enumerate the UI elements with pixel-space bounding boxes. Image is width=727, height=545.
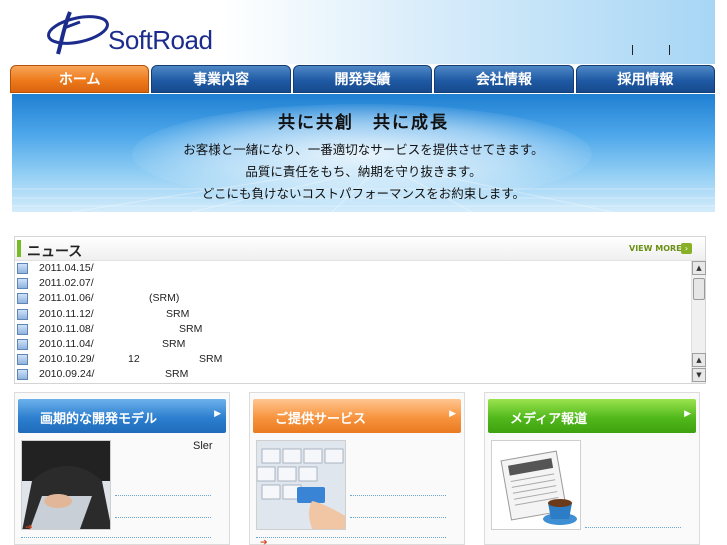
box-title: 画期的な開発モデル [40, 412, 158, 427]
view-more-link[interactable]: VIEW MORE [629, 244, 682, 253]
nav-tab-business[interactable]: 事業内容 [151, 65, 291, 93]
news-date: 2010.09.24/ [39, 368, 95, 381]
main-nav: ホーム 事業内容 開発実績 会社情報 採用情報 [10, 65, 716, 93]
news-item[interactable]: 2010.09.24/ SRM [15, 367, 691, 382]
box-media: メディア報道 ▶ [484, 392, 700, 545]
news-item[interactable]: 2010.10.29/ 12 SRM [15, 352, 691, 367]
header-separator [632, 45, 633, 55]
header-separator [669, 45, 670, 55]
news-panel: ニュース VIEW MORE › 2011.04.15/ 2011.02.07/… [14, 236, 706, 384]
news-text[interactable]: SRM [199, 353, 222, 365]
box-title: ご提供サービス [275, 412, 367, 427]
news-item[interactable]: 2010.11.04/ SRM [15, 337, 691, 352]
news-item-icon [17, 263, 28, 274]
news-item-icon [17, 354, 28, 366]
dotted-divider [115, 517, 211, 518]
nav-tab-recruit[interactable]: 採用情報 [575, 65, 716, 93]
box-arrow-icon: ▶ [684, 409, 691, 419]
view-more-arrow-icon[interactable]: › [681, 243, 692, 254]
news-item-icon [17, 338, 28, 350]
news-item-icon [17, 323, 28, 335]
scroll-up-button[interactable]: ▲ [692, 261, 706, 275]
news-text[interactable]: SRM [166, 308, 189, 320]
hero-banner: 共に共創 共に成長 お客様と一緒になり、一番適切なサービスを提供させてきます。 … [12, 94, 715, 212]
banner-line-2: 品質に責任をもち、納期を守り抜きます。 [245, 164, 482, 179]
news-item[interactable]: 2011.01.06/ (SRM) [15, 291, 691, 306]
box-header[interactable]: メディア報道 ▶ [488, 399, 696, 433]
box-arrow-icon: ▶ [449, 409, 456, 419]
scroll-up-button-lower[interactable]: ▲ [692, 353, 706, 367]
softroad-logo[interactable]: SoftRoad [40, 6, 230, 58]
news-item[interactable]: 2010.11.12/ SRM [15, 307, 691, 322]
news-text[interactable]: 12 [128, 353, 140, 365]
news-item-icon [17, 293, 28, 305]
news-header: ニュース VIEW MORE › [15, 237, 705, 261]
dotted-divider [350, 517, 446, 518]
news-item[interactable]: 2011.02.07/ [15, 276, 691, 291]
nav-tab-company[interactable]: 会社情報 [434, 65, 574, 93]
dotted-divider [256, 537, 446, 538]
news-accent-bar [17, 240, 21, 257]
news-date: 2010.11.12/ [39, 307, 94, 320]
news-item-icon [17, 308, 28, 320]
scroll-down-button[interactable]: ▼ [692, 368, 706, 382]
news-title: ニュース [27, 244, 83, 260]
developer-keyboard-image [21, 440, 111, 530]
logo-mark-icon [47, 11, 109, 55]
box-arrow-icon: ▶ [214, 409, 221, 419]
news-date: 2010.11.08/ [39, 322, 94, 335]
dotted-divider [21, 537, 211, 538]
news-date: 2011.04.15/ [39, 262, 94, 274]
box-services: ご提供サービス ▶ ➔ [249, 392, 465, 545]
news-text[interactable]: SRM [179, 323, 202, 335]
site-header: SoftRoad [12, 0, 715, 64]
box-header[interactable]: ご提供サービス ▶ [253, 399, 461, 433]
news-text[interactable]: SRM [165, 368, 188, 380]
newspaper-coffee-image [491, 440, 581, 530]
logo-text: SoftRoad [108, 25, 213, 55]
banner-line-3: どこにも負けないコストパフォーマンスをお約束します。 [201, 186, 526, 201]
link-arrow-icon[interactable]: ➔ [260, 538, 268, 545]
service-keyboard-image [256, 440, 346, 530]
nav-tab-home[interactable]: ホーム [10, 65, 150, 93]
news-list: 2011.04.15/ 2011.02.07/ 2011.01.06/ (SRM… [15, 261, 691, 383]
news-text[interactable]: SRM [162, 338, 185, 350]
box-header[interactable]: 画期的な開発モデル ▶ [18, 399, 226, 433]
news-item[interactable]: 2010.11.08/ SRM [15, 322, 691, 337]
news-item-icon [17, 278, 28, 290]
page: SoftRoad ホーム 事業内容 開発実績 会社情報 採用情報 共に共創 共に… [0, 0, 727, 545]
box-title: メディア報道 [510, 412, 588, 427]
news-date: 2010.10.29/ [39, 353, 95, 366]
dotted-divider [585, 527, 681, 528]
news-text[interactable]: (SRM) [149, 292, 179, 304]
news-item[interactable]: 2011.04.15/ [15, 261, 691, 276]
scroll-thumb[interactable] [693, 278, 705, 300]
banner-line-1: お客様と一緒になり、一番適切なサービスを提供させてきます。 [183, 142, 544, 157]
dotted-divider [350, 495, 446, 496]
news-date: 2011.02.07/ [39, 277, 94, 290]
nav-tab-achievements[interactable]: 開発実績 [292, 65, 433, 93]
news-item-icon [17, 369, 28, 381]
banner-title: 共に共創 共に成長 [278, 113, 449, 133]
dotted-divider [115, 495, 211, 496]
news-scrollbar[interactable]: ▲ ▲ ▼ [691, 261, 706, 383]
link-arrow-icon[interactable]: ➔ [25, 523, 33, 533]
news-date: 2010.11.04/ [39, 337, 94, 350]
box-development-model: 画期的な開発モデル ▶ Sler ➔ [14, 392, 230, 545]
box-caption: Sler [193, 440, 213, 452]
news-date: 2011.01.06/ [39, 292, 94, 305]
